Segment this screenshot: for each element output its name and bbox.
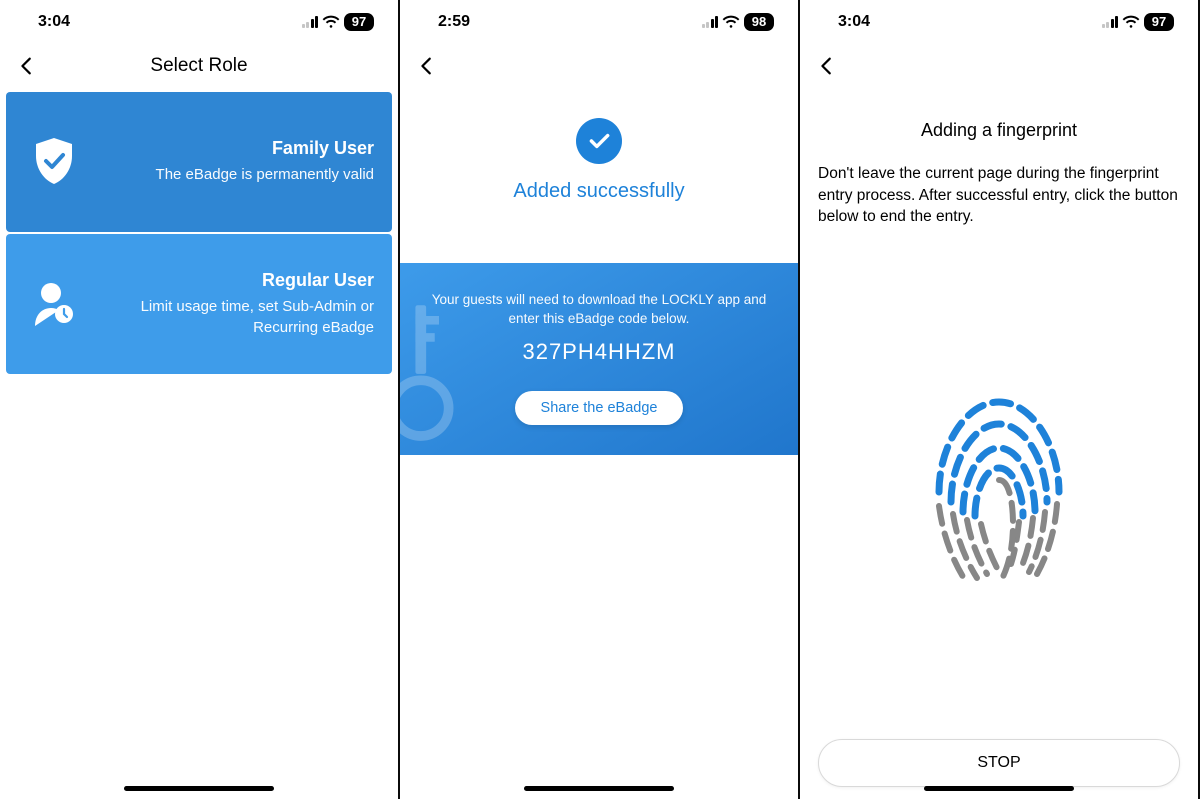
fingerprint-title: Adding a fingerprint: [818, 120, 1180, 141]
status-bar: 2:59 98: [400, 0, 798, 44]
status-indicators: 97: [302, 13, 375, 31]
fingerprint-instruction: Don't leave the current page during the …: [818, 163, 1180, 228]
wifi-icon: [322, 15, 340, 29]
success-title: Added successfully: [400, 180, 798, 203]
cellular-icon: [702, 16, 719, 28]
shield-check-icon: [24, 136, 84, 188]
wifi-icon: [722, 15, 740, 29]
chevron-left-icon: [416, 55, 438, 77]
home-indicator: [124, 786, 274, 791]
share-ebadge-button[interactable]: Share the eBadge: [515, 391, 684, 425]
page-title: Select Role: [0, 55, 398, 77]
cellular-icon: [1102, 16, 1119, 28]
fingerprint-icon: [818, 228, 1180, 739]
role-title: Family User: [84, 138, 374, 159]
status-bar: 3:04 97: [0, 0, 398, 44]
status-indicators: 98: [702, 13, 775, 31]
back-button[interactable]: [816, 53, 842, 79]
status-time: 2:59: [438, 13, 470, 31]
screen-select-role: 3:04 97 Select Role Family User The eBad…: [0, 0, 400, 799]
role-subtitle: The eBadge is permanently valid: [84, 165, 374, 185]
ebadge-panel: Your guests will need to download the LO…: [400, 263, 798, 455]
ebadge-code: 327PH4HHZM: [424, 339, 774, 365]
chevron-left-icon: [16, 55, 38, 77]
home-indicator: [924, 786, 1074, 791]
status-time: 3:04: [838, 13, 870, 31]
panel-instruction: Your guests will need to download the LO…: [424, 291, 774, 329]
status-time: 3:04: [38, 13, 70, 31]
check-circle-icon: [576, 118, 622, 164]
screen-added-success: 2:59 98 Added successfully Your guests w…: [400, 0, 800, 799]
cellular-icon: [302, 16, 319, 28]
battery-icon: 97: [1144, 13, 1174, 31]
status-bar: 3:04 97: [800, 0, 1198, 44]
role-title: Regular User: [84, 270, 374, 291]
nav-header: [800, 44, 1198, 88]
user-clock-icon: [24, 280, 84, 328]
home-indicator: [524, 786, 674, 791]
status-indicators: 97: [1102, 13, 1175, 31]
battery-icon: 97: [344, 13, 374, 31]
battery-icon: 98: [744, 13, 774, 31]
role-card-family[interactable]: Family User The eBadge is permanently va…: [6, 92, 392, 232]
back-button[interactable]: [16, 53, 42, 79]
chevron-left-icon: [816, 55, 838, 77]
screen-add-fingerprint: 3:04 97 Adding a fingerprint Don't leave…: [800, 0, 1200, 799]
nav-header: [400, 44, 798, 88]
stop-button[interactable]: STOP: [818, 739, 1180, 787]
wifi-icon: [1122, 15, 1140, 29]
role-card-regular[interactable]: Regular User Limit usage time, set Sub-A…: [6, 234, 392, 374]
role-subtitle: Limit usage time, set Sub-Admin or Recur…: [84, 297, 374, 338]
back-button[interactable]: [416, 53, 442, 79]
nav-header: Select Role: [0, 44, 398, 88]
